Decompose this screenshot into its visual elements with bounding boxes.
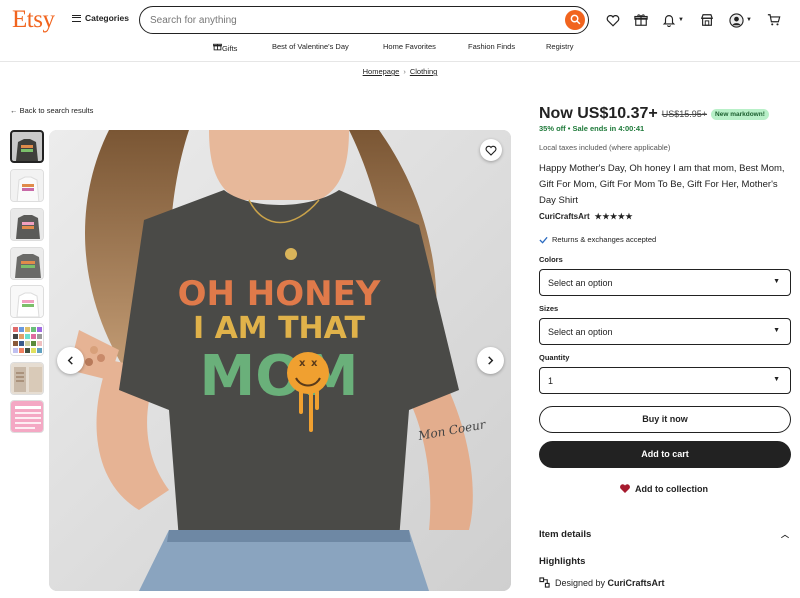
designed-icon xyxy=(539,577,550,588)
svg-text:x: x xyxy=(299,358,306,369)
site-header: Etsy Categories ▼ ▼ Gifts Best of Valent… xyxy=(0,0,800,62)
search-bar xyxy=(139,6,589,34)
current-price: Now US$10.37+ xyxy=(539,105,658,122)
etsy-logo[interactable]: Etsy xyxy=(12,6,55,34)
buy-now-button[interactable]: Buy it now xyxy=(539,406,791,433)
thumbnail-2[interactable] xyxy=(10,169,44,202)
thumbnail-1[interactable] xyxy=(10,130,44,163)
favorite-button[interactable] xyxy=(480,139,502,161)
chevron-right-icon: › xyxy=(403,67,406,76)
shirt-text-line3: MOM xyxy=(199,344,358,409)
thumbnail-4[interactable] xyxy=(10,247,44,280)
back-to-search-link[interactable]: ← Back to search results xyxy=(10,106,93,115)
rating-stars[interactable]: ★★★★★ xyxy=(595,212,633,221)
chevron-left-icon xyxy=(67,356,73,365)
gift-icon[interactable] xyxy=(634,12,648,28)
shop-name-link[interactable]: CuriCraftsArt xyxy=(539,212,590,221)
nav-registry[interactable]: Registry xyxy=(546,42,574,51)
caret-down-icon: ▼ xyxy=(773,278,780,285)
nav-gifts[interactable]: Gifts xyxy=(213,42,237,53)
sale-info: 35% off • Sale ends in 4:00:41 xyxy=(539,124,645,133)
nav-home-favorites[interactable]: Home Favorites xyxy=(383,42,436,51)
price-line: Now US$10.37+ US$15.95+ New markdown! xyxy=(539,105,769,123)
breadcrumb: Homepage › Clothing xyxy=(0,67,800,76)
menu-icon xyxy=(72,14,81,22)
thumbnail-7[interactable] xyxy=(10,362,44,395)
thumbnail-8[interactable] xyxy=(10,400,44,433)
shirt-text-line2: I AM THAT xyxy=(193,311,366,346)
sizes-label: Sizes xyxy=(539,304,559,313)
nav-valentines[interactable]: Best of Valentine's Day xyxy=(272,42,349,51)
gift-icon xyxy=(213,43,222,51)
shop-manager-icon[interactable] xyxy=(700,12,714,28)
chevron-down-icon: ▼ xyxy=(746,17,752,23)
thumbnail-6[interactable] xyxy=(10,323,44,356)
breadcrumb-clothing[interactable]: Clothing xyxy=(410,67,438,76)
favorites-icon[interactable] xyxy=(606,12,620,28)
search-icon xyxy=(570,14,580,25)
chevron-down-icon: ▼ xyxy=(678,17,684,23)
shirt-text-line1: OH HONEY xyxy=(178,274,381,314)
item-details-toggle[interactable]: Item details ︿ xyxy=(539,529,791,540)
heart-icon xyxy=(485,145,497,156)
thumbnail-3[interactable] xyxy=(10,208,44,241)
search-button[interactable] xyxy=(565,9,585,30)
add-to-collection-button[interactable]: Add to collection xyxy=(619,483,708,494)
colors-select[interactable]: Select an option ▼ xyxy=(539,269,791,296)
product-image[interactable]: OH HONEY I AM THAT MOM x x Mon Coeur xyxy=(49,130,511,591)
previous-image-button[interactable] xyxy=(57,347,84,374)
cart-icon[interactable] xyxy=(767,12,781,28)
categories-label: Categories xyxy=(85,13,129,23)
product-title: Happy Mother's Day, Oh honey I am that m… xyxy=(539,163,785,206)
taxes-note: Local taxes included (where applicable) xyxy=(539,143,671,152)
chevron-up-icon: ︿ xyxy=(781,530,789,539)
thumbnail-5[interactable] xyxy=(10,285,44,318)
quantity-select[interactable]: 1 ▼ xyxy=(539,367,791,394)
original-price: US$15.95+ xyxy=(661,109,708,119)
add-to-cart-button[interactable]: Add to cart xyxy=(539,441,791,468)
categories-button[interactable]: Categories xyxy=(72,13,129,23)
next-image-button[interactable] xyxy=(477,347,504,374)
caret-down-icon: ▼ xyxy=(773,327,780,334)
nav-fashion-finds[interactable]: Fashion Finds xyxy=(468,42,515,51)
quantity-label: Quantity xyxy=(539,353,570,362)
sub-navigation: Gifts Best of Valentine's Day Home Favor… xyxy=(0,40,800,54)
heart-filled-icon xyxy=(620,484,630,493)
markdown-badge: New markdown! xyxy=(711,108,769,120)
highlights-heading: Highlights xyxy=(539,556,586,567)
search-input[interactable] xyxy=(150,12,550,28)
returns-info: Returns & exchanges accepted xyxy=(539,235,656,244)
sizes-select[interactable]: Select an option ▼ xyxy=(539,318,791,345)
colors-label: Colors xyxy=(539,255,563,264)
designer-shop-link[interactable]: CuriCraftsArt xyxy=(608,578,665,588)
designed-by: Designed by CuriCraftsArt xyxy=(539,577,665,588)
shop-info: CuriCraftsArt ★★★★★ xyxy=(539,212,633,221)
notifications-icon[interactable]: ▼ xyxy=(662,12,684,28)
breadcrumb-homepage[interactable]: Homepage xyxy=(363,67,400,76)
caret-down-icon: ▼ xyxy=(773,376,780,383)
svg-text:x: x xyxy=(311,358,318,369)
checkmark-icon xyxy=(539,236,548,244)
account-avatar[interactable]: ▼ xyxy=(729,12,752,28)
chevron-right-icon xyxy=(488,356,494,365)
arrow-left-icon: ← xyxy=(10,106,18,115)
